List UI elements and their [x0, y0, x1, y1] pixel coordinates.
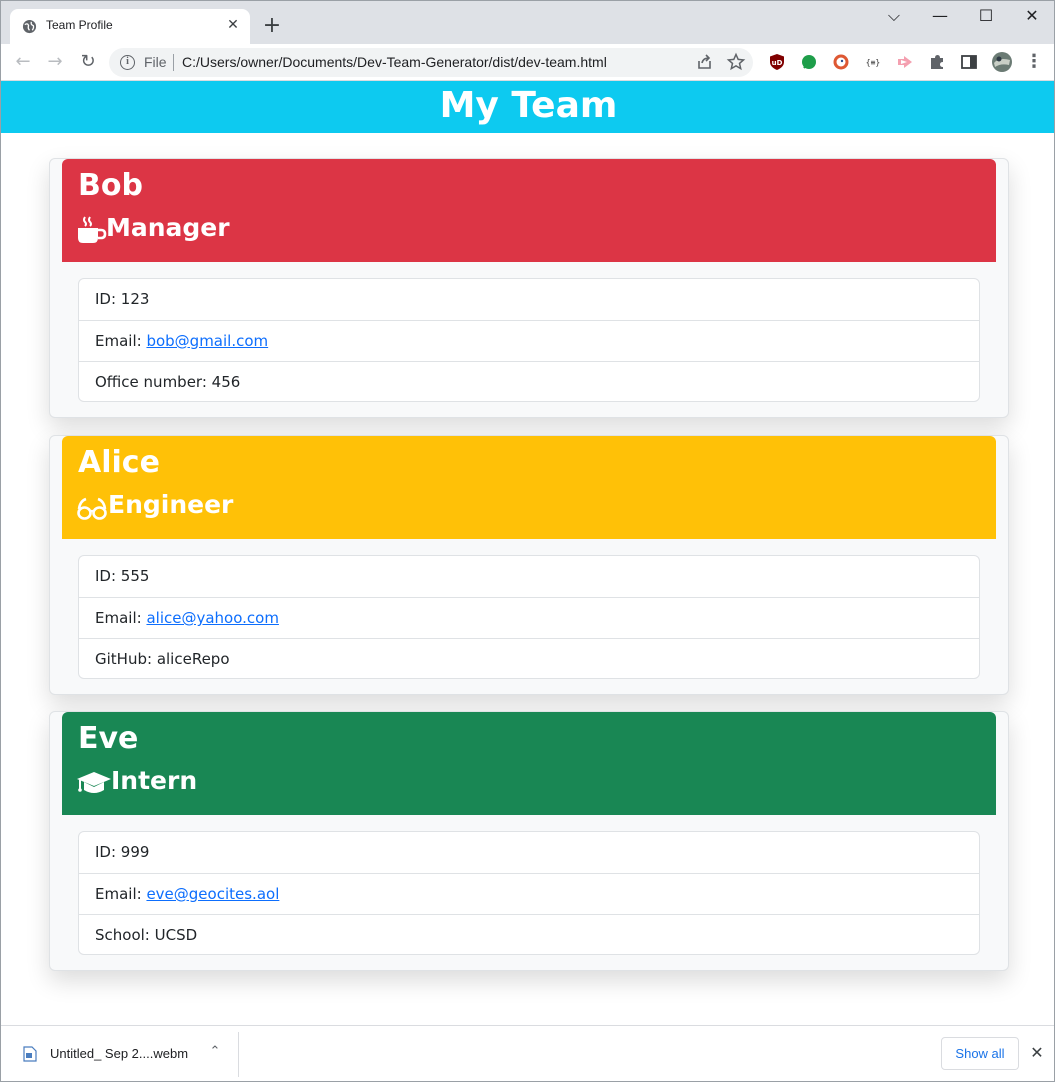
email-label: Email:	[95, 332, 147, 350]
browser-window: Team Profile ✕ + ⌵ — ☐ ✕ ← → ↻ i File C:…	[0, 0, 1055, 1082]
tab-strip: Team Profile ✕ + ⌵ — ☐ ✕	[1, 1, 1054, 44]
email-link[interactable]: alice@yahoo.com	[146, 609, 278, 627]
employee-details-list: ID: 555 Email: alice@yahoo.com GitHub: a…	[78, 555, 980, 679]
maximize-button[interactable]: ☐	[974, 5, 998, 29]
email-label: Email:	[95, 609, 147, 627]
site-info-icon[interactable]: i	[120, 55, 135, 70]
mug-hot-icon	[78, 216, 107, 243]
video-file-icon	[23, 1046, 37, 1062]
employee-role: Intern	[111, 766, 198, 795]
list-item-id: ID: 999	[79, 832, 979, 873]
list-item-id: ID: 555	[79, 556, 979, 597]
download-file-name[interactable]: Untitled_ Sep 2....webm	[50, 1046, 188, 1061]
show-all-button[interactable]: Show all	[941, 1037, 1019, 1070]
card-header: Eve Intern	[62, 712, 996, 815]
download-options-chevron-icon[interactable]: ⌃	[206, 1043, 224, 1061]
green-leaf-icon[interactable]	[799, 52, 819, 72]
ublock-icon[interactable]: uD	[767, 52, 787, 72]
employee-role: Engineer	[108, 490, 234, 519]
school-value: UCSD	[154, 926, 198, 944]
list-item-office-number: Office number: 456	[79, 361, 979, 402]
office-number-value: 456	[211, 373, 241, 391]
employee-details-list: ID: 999 Email: eve@geocites.aol School: …	[78, 831, 980, 955]
reload-button[interactable]: ↻	[76, 50, 100, 74]
id-value: 999	[120, 843, 150, 861]
url-text[interactable]: C:/Users/owner/Documents/Dev-Team-Genera…	[182, 54, 607, 70]
profile-avatar[interactable]	[991, 51, 1013, 73]
id-value: 123	[120, 290, 150, 308]
pink-arrow-icon[interactable]	[895, 52, 915, 72]
list-item-id: ID: 123	[79, 279, 979, 320]
employee-details-list: ID: 123 Email: bob@gmail.com Office numb…	[78, 278, 980, 402]
json-viewer-icon[interactable]: {≡}	[863, 52, 883, 72]
download-separator	[238, 1032, 239, 1077]
page-header: My Team	[1, 81, 1054, 133]
browser-toolbar: ← → ↻ i File C:/Users/owner/Documents/De…	[1, 44, 1054, 81]
svg-text:uD: uD	[772, 59, 783, 67]
scheme-label: File	[144, 54, 167, 70]
list-item-github: GitHub: aliceRepo	[79, 638, 979, 679]
employee-card-bob: Bob Manager ID: 123 Email: bob@gmail.com…	[49, 158, 1009, 418]
tab-title: Team Profile	[46, 18, 113, 32]
id-label: ID:	[95, 290, 121, 308]
email-label: Email:	[95, 885, 147, 903]
puzzle-icon[interactable]	[927, 52, 947, 72]
tab-team-profile[interactable]: Team Profile ✕	[10, 9, 250, 44]
share-icon[interactable]	[695, 52, 715, 72]
list-item-email: Email: alice@yahoo.com	[79, 597, 979, 638]
id-label: ID:	[95, 567, 121, 585]
omnibox-divider	[173, 54, 174, 71]
card-header: Alice Engineer	[62, 436, 996, 539]
list-item-email: Email: eve@geocites.aol	[79, 873, 979, 914]
duckduckgo-icon[interactable]	[831, 52, 851, 72]
employee-role: Manager	[106, 213, 230, 242]
graduation-cap-icon	[77, 772, 111, 793]
back-button[interactable]: ←	[11, 50, 35, 74]
forward-button[interactable]: →	[43, 50, 67, 74]
close-window-button[interactable]: ✕	[1020, 5, 1044, 29]
list-item-school: School: UCSD	[79, 914, 979, 955]
card-header: Bob Manager	[62, 159, 996, 262]
school-label: School:	[95, 926, 155, 944]
github-value: aliceRepo	[156, 650, 230, 668]
svg-text:{≡}: {≡}	[866, 58, 880, 67]
page-title: My Team	[439, 85, 618, 126]
minimize-button[interactable]: —	[928, 5, 952, 29]
globe-icon	[22, 19, 37, 34]
email-link[interactable]: bob@gmail.com	[146, 332, 268, 350]
close-shelf-icon[interactable]: ✕	[1027, 1043, 1047, 1063]
id-value: 555	[120, 567, 150, 585]
employee-card-alice: Alice Engineer ID: 555 Email: alice@yaho…	[49, 435, 1009, 695]
glasses-icon	[77, 497, 107, 520]
employee-name: Alice	[78, 445, 160, 480]
page-content: My Team Bob Manager ID: 123 Email: bob@g…	[1, 81, 1054, 1025]
employee-name: Bob	[78, 168, 143, 203]
tab-search-button[interactable]: ⌵	[882, 5, 906, 29]
office-number-label: Office number:	[95, 373, 212, 391]
star-icon[interactable]	[726, 52, 746, 72]
list-item-email: Email: bob@gmail.com	[79, 320, 979, 361]
email-link[interactable]: eve@geocites.aol	[146, 885, 279, 903]
employee-name: Eve	[78, 721, 139, 756]
kebab-menu-icon[interactable]: ⋮	[1022, 50, 1046, 74]
download-shelf: Untitled_ Sep 2....webm ⌃ Show all ✕	[1, 1025, 1054, 1081]
new-tab-button[interactable]: +	[259, 14, 285, 40]
side-panel-icon[interactable]	[959, 52, 979, 72]
address-bar[interactable]: i File C:/Users/owner/Documents/Dev-Team…	[109, 48, 753, 77]
github-label: GitHub:	[95, 650, 157, 668]
id-label: ID:	[95, 843, 121, 861]
tab-close-icon[interactable]: ✕	[224, 16, 242, 34]
employee-card-eve: Eve Intern ID: 999 Email: eve@geocites.a…	[49, 711, 1009, 971]
